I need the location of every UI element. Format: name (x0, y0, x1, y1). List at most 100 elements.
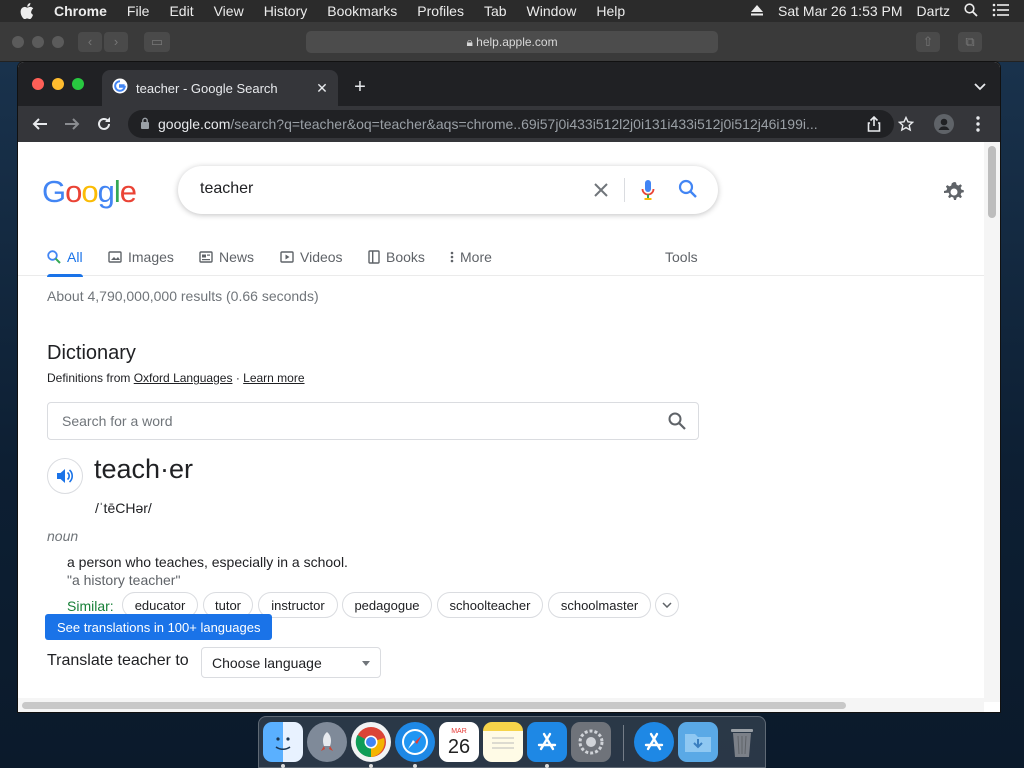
chrome-icon[interactable] (351, 722, 391, 762)
profile-avatar-icon[interactable] (934, 114, 954, 134)
menu-file[interactable]: File (127, 3, 150, 19)
word-search-placeholder: Search for a word (62, 413, 173, 429)
learn-more-link[interactable]: Learn more (243, 371, 304, 385)
pronunciation-speaker-icon[interactable] (47, 458, 83, 494)
menu-bar: Chrome File Edit View History Bookmarks … (0, 0, 1024, 22)
close-window-button[interactable] (32, 78, 44, 90)
tab-images[interactable]: Images (108, 238, 174, 276)
word-search-input[interactable]: Search for a word (47, 402, 699, 440)
search-icon (47, 250, 61, 264)
tab-all[interactable]: All (47, 238, 83, 277)
bg-address-bar[interactable]: 🔒︎ help.apple.com (306, 31, 718, 53)
app-store-icon[interactable] (527, 722, 567, 762)
safari-icon[interactable] (395, 722, 435, 762)
search-box[interactable]: teacher (178, 166, 718, 214)
bg-forward-icon[interactable]: › (104, 32, 128, 52)
book-icon (368, 250, 380, 264)
chrome-running-dot (369, 764, 373, 768)
similar-chip[interactable]: schoolteacher (437, 592, 543, 618)
similar-chip[interactable]: schoolmaster (548, 592, 651, 618)
definition-example: "a history teacher" (67, 572, 181, 588)
eject-icon[interactable] (750, 3, 764, 19)
bookmark-star-icon[interactable] (896, 114, 916, 134)
menu-bookmarks[interactable]: Bookmarks (327, 3, 397, 19)
share-icon[interactable] (864, 114, 884, 134)
menu-app-name[interactable]: Chrome (54, 3, 107, 19)
vertical-scroll-thumb[interactable] (988, 146, 996, 218)
user-name[interactable]: Dartz (917, 3, 950, 19)
menu-window[interactable]: Window (527, 3, 577, 19)
bg-minimize-dot[interactable] (32, 36, 44, 48)
clear-search-icon[interactable] (590, 179, 612, 206)
apple-menu-icon[interactable] (20, 0, 36, 22)
tab-search-icon[interactable] (974, 78, 986, 96)
spotlight-icon[interactable] (964, 2, 978, 20)
search-query[interactable]: teacher (200, 180, 253, 198)
settings-gear-icon[interactable] (942, 180, 966, 209)
browser-tab[interactable]: teacher - Google Search ✕ (102, 70, 338, 106)
tab-books[interactable]: Books (368, 238, 425, 276)
choose-language-select[interactable]: Choose language (201, 647, 381, 678)
address-bar[interactable]: google.com/search?q=teacher&oq=teacher&a… (128, 110, 894, 138)
zoom-window-button[interactable] (72, 78, 84, 90)
bg-tabs-icon[interactable]: ⧉ (958, 32, 982, 52)
bg-close-dot[interactable] (12, 36, 24, 48)
similar-chip[interactable]: pedagogue (342, 592, 432, 618)
system-preferences-icon[interactable] (571, 722, 611, 762)
control-center-icon[interactable] (992, 3, 1010, 20)
tab-more-label: More (460, 249, 492, 265)
tab-videos[interactable]: Videos (280, 238, 343, 276)
tab-strip: teacher - Google Search ✕ + (18, 62, 1000, 106)
tab-all-label: All (67, 249, 83, 265)
forward-icon[interactable] (62, 114, 82, 134)
horizontal-scrollbar[interactable] (18, 698, 984, 712)
dock-separator (623, 725, 624, 761)
see-translations-button[interactable]: See translations in 100+ languages (45, 614, 273, 640)
chrome-menu-icon[interactable] (968, 114, 988, 134)
background-window-controls (12, 36, 64, 48)
menu-view[interactable]: View (214, 3, 244, 19)
menu-help[interactable]: Help (596, 3, 625, 19)
downloads-folder-icon[interactable] (678, 722, 718, 762)
finder-running-dot (281, 764, 285, 768)
menu-tab[interactable]: Tab (484, 3, 507, 19)
back-icon[interactable] (30, 114, 50, 134)
new-tab-button[interactable]: + (348, 76, 372, 98)
finder-icon[interactable] (263, 722, 303, 762)
bg-zoom-dot[interactable] (52, 36, 64, 48)
horizontal-scroll-thumb[interactable] (22, 702, 846, 709)
tools-button[interactable]: Tools (665, 238, 698, 276)
tab-news[interactable]: News (199, 238, 254, 276)
calendar-icon[interactable]: MAR 26 (439, 722, 479, 762)
reload-icon[interactable] (94, 114, 114, 134)
image-icon (108, 250, 122, 264)
news-icon (199, 250, 213, 264)
google-logo[interactable]: Google (42, 174, 137, 210)
menu-profiles[interactable]: Profiles (417, 3, 464, 19)
bg-lock-icon: 🔒︎ (466, 35, 473, 49)
menu-edit[interactable]: Edit (169, 3, 193, 19)
minimize-window-button[interactable] (52, 78, 64, 90)
bg-url-text: help.apple.com (476, 35, 558, 49)
oxford-languages-link[interactable]: Oxford Languages (134, 371, 233, 385)
bg-back-icon[interactable]: ‹ (78, 32, 102, 52)
clock[interactable]: Sat Mar 26 1:53 PM (778, 3, 903, 19)
dictionary-heading: Dictionary (47, 342, 136, 364)
search-submit-icon[interactable] (678, 179, 698, 204)
launchpad-icon[interactable] (307, 722, 347, 762)
notes-icon[interactable] (483, 722, 523, 762)
menu-history[interactable]: History (264, 3, 308, 19)
voice-search-icon[interactable] (640, 179, 656, 206)
lock-icon[interactable] (140, 116, 150, 132)
calendar-day: 26 (447, 735, 471, 758)
trash-icon[interactable] (722, 722, 762, 762)
expand-similar-chevron-icon[interactable] (655, 593, 679, 617)
tab-close-icon[interactable]: ✕ (312, 80, 332, 97)
tab-news-label: News (219, 249, 255, 265)
bg-sidebar-icon[interactable]: ▭ (144, 32, 170, 52)
tab-more[interactable]: More (450, 238, 492, 276)
app-store-alt-icon[interactable] (634, 722, 674, 762)
word-search-icon[interactable] (668, 412, 686, 435)
vertical-scrollbar[interactable] (984, 142, 1000, 702)
bg-share-icon[interactable]: ⇧ (916, 32, 940, 52)
